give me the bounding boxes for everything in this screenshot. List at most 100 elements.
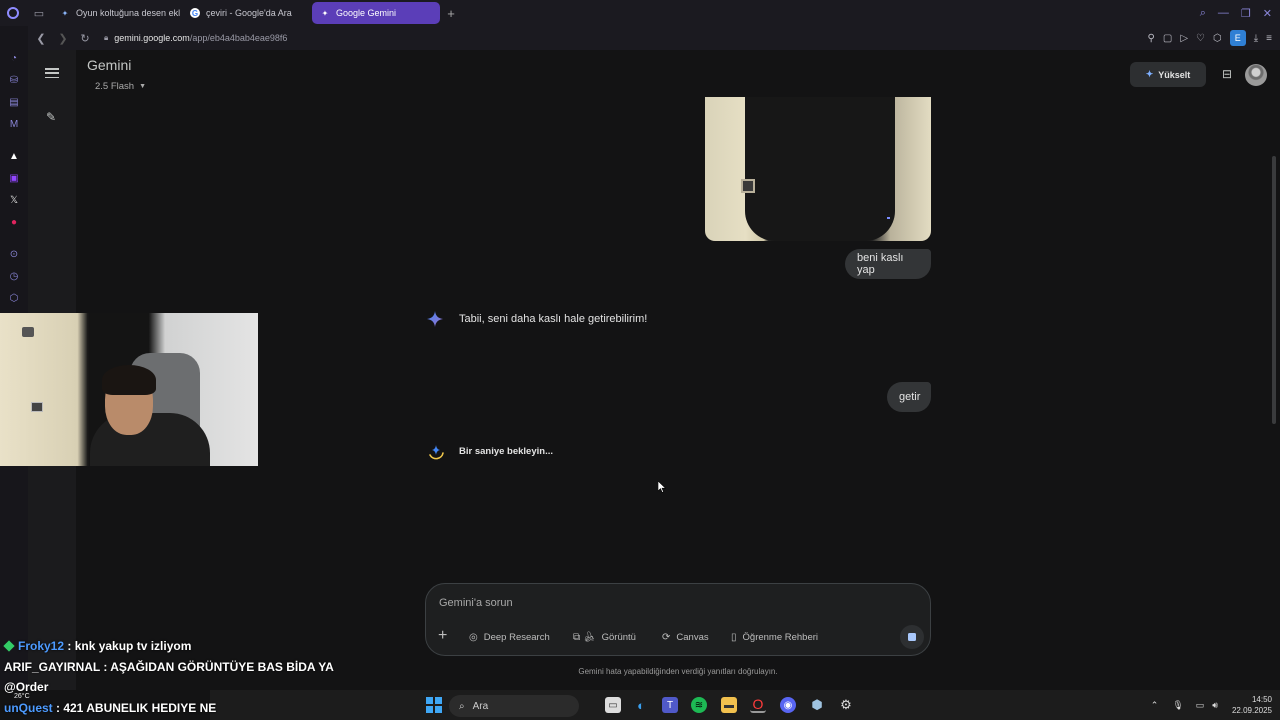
messenger-icon[interactable]: ▤ [8,96,20,108]
url-host: gemini.google.com [114,33,190,43]
discord-icon[interactable]: ◉ [780,697,796,713]
search-label: Ara [472,700,489,712]
url-path: /app/eb4a4bab4eae98f6 [189,33,288,43]
system-tray: ⌃ 🎙︎ ▭ 🔊︎ 14:50 22.09.2025 [1151,690,1280,720]
upgrade-button[interactable]: ✦ Yükselt [1130,62,1206,87]
download-icon[interactable]: ⤓ [1254,33,1258,44]
opera-logo-icon[interactable] [0,0,26,26]
chat-username: @Order [4,680,49,694]
crypto-wallet-icon[interactable]: ⛁ [8,74,20,86]
loading-spinner-icon [429,445,444,460]
app-a-icon[interactable]: ▲ [8,150,20,162]
tray-overflow-icon[interactable]: ⌃ [1151,700,1159,711]
stream-chat-line: ARIF_GAYIRNAL : AŞAĞIDAN GÖRÜNTÜYE BAS B… [4,660,334,674]
opera-gx-icon[interactable]: O [750,696,766,713]
new-chat-icon[interactable]: ✎ [46,110,58,124]
avatar[interactable] [1245,64,1267,86]
player-icon[interactable]: ⊙ [8,248,20,260]
pin-icon[interactable]: ⚲ [1148,33,1155,44]
taskbar-search[interactable]: ⌕ Ara [449,695,579,717]
chat-username: Froky12 [18,639,65,653]
tool-canvas[interactable]: ⟳ Canvas [662,629,709,645]
play-icon[interactable]: ▷ [1180,33,1188,44]
microphone-icon[interactable]: 🎙︎ [1172,700,1183,711]
history-icon[interactable]: ◷ [8,270,20,282]
prompt-input[interactable]: Gemini'a sorun [439,597,513,609]
scrollbar[interactable] [1272,156,1276,424]
deep-research-icon: ◎ [469,631,478,643]
snapshot-icon[interactable]: ▢ [1163,33,1172,44]
lock-icon: 🔒︎ [104,33,109,42]
clock-date: 22.09.2025 [1231,706,1272,715]
menu-icon[interactable] [45,68,59,78]
volume-icon[interactable]: 🔊︎ [1212,700,1218,711]
image-icon: ⧉ 🍌︎ [573,631,596,643]
minimize-icon[interactable]: — [1218,7,1229,19]
twitch-icon[interactable]: ▣ [8,172,20,184]
app-cube-icon[interactable]: ⬢ [809,697,825,713]
tab-google-gemini[interactable]: ✦ Google Gemini [312,2,440,24]
url-field[interactable]: 🔒︎ gemini.google.com /app/eb4a4bab4eae98… [104,33,287,43]
add-attachment-icon[interactable]: + [438,627,447,645]
task-view-icon[interactable]: ▭ [605,697,621,713]
mouse-cursor-icon [658,481,666,493]
extension-e-icon[interactable]: E [1229,30,1246,46]
tab-label: Oyun koltuğuna desen ekle [76,8,180,18]
reload-icon[interactable]: ↻ [76,32,94,45]
book-icon: ▯ [731,631,737,643]
extensions-sidebar-icon[interactable]: ⬡ [8,292,20,304]
weather-widget[interactable]: 26°C [14,693,30,700]
tool-goruntu[interactable]: ⧉ 🍌︎ Görüntü [573,629,636,645]
forward-icon[interactable]: ❯ [54,32,72,45]
spotify-icon[interactable]: ≋ [691,697,707,713]
webcam-overlay [0,313,258,466]
display-icon[interactable]: ▭ [1196,700,1205,711]
model-label: 2.5 Flash [95,80,135,92]
file-explorer-icon[interactable]: ▬ [721,697,737,713]
uploaded-photo [705,97,931,241]
tab-label: Google Gemini [336,8,397,18]
tool-ogrenme-rehberi[interactable]: ▯ Öğrenme Rehberi [731,629,818,645]
app-title: Gemini [87,57,132,73]
extensions-icon[interactable]: ⬡ [1213,33,1222,44]
workspaces-icon[interactable]: ▭ [26,0,52,26]
maximize-icon[interactable]: ❐ [1241,7,1251,20]
heart-icon[interactable]: ♡ [1196,33,1205,44]
stream-chat-line: @Order [4,680,48,694]
stop-button[interactable] [900,625,924,649]
search-tabs-icon[interactable]: ⌕ [1200,7,1206,20]
stop-icon [908,633,916,641]
new-tab-icon[interactable]: + [442,4,460,22]
model-selector[interactable]: 2.5 Flash ▼ [87,78,154,94]
temporary-chat-icon[interactable]: ⊟ [1220,67,1234,81]
disclaimer: Gemini hata yapabildiğinden verdiği yanı… [578,667,778,676]
clock-time: 14:50 [1251,695,1272,704]
clock[interactable]: 14:50 22.09.2025 [1232,694,1272,716]
teams-icon[interactable]: T [662,697,678,713]
search-icon: ⌕ [459,700,465,712]
easy-setup-icon[interactable]: ≡ [1266,33,1272,44]
tab-ceviri[interactable]: G çeviri - Google'da Ara [182,2,310,24]
gemini-spark-icon: ✦ [61,8,69,18]
close-icon[interactable]: ✕ [1263,7,1272,20]
chat-text: : AŞAĞIDAN GÖRÜNTÜYE BAS BİDA YA [100,660,334,674]
gemini-spark-icon [427,311,443,327]
edge-icon[interactable]: ◐ [633,697,649,713]
app-red-icon[interactable]: ● [8,216,20,228]
tool-deep-research[interactable]: ◎ Deep Research [469,629,550,645]
aria-icon[interactable]: ◔ [8,52,20,64]
x-icon[interactable]: 𝕏 [8,194,20,206]
upgrade-label: Yükselt [1158,69,1191,80]
stream-chat-line: unQuest : 421 ABUNELIK HEDIYE NE [4,701,216,715]
taskbar: ⌕ Ara ▭ ◐ T ≋ ▬ O ◉ ⬢ ⚙ ⌃ 🎙︎ ▭ 🔊︎ 14:50 … [210,690,1280,720]
windows-start-icon[interactable] [426,697,442,713]
app-gear-icon[interactable]: ⚙ [838,697,854,713]
tab-oyun-koltugu[interactable]: ✦ Oyun koltuğuna desen ekle [52,2,180,24]
gmail-icon[interactable]: M [8,118,20,130]
webcam-wall-frame [22,327,34,337]
tool-label: Canvas [676,631,709,643]
assistant-message: Tabii, seni daha kaslı hale getirebiliri… [459,313,648,325]
google-icon: G [190,8,200,18]
back-icon[interactable]: ❮ [32,32,50,45]
prompt-composer: Gemini'a sorun + ◎ Deep Research ⧉ 🍌︎ Gö… [425,583,931,656]
